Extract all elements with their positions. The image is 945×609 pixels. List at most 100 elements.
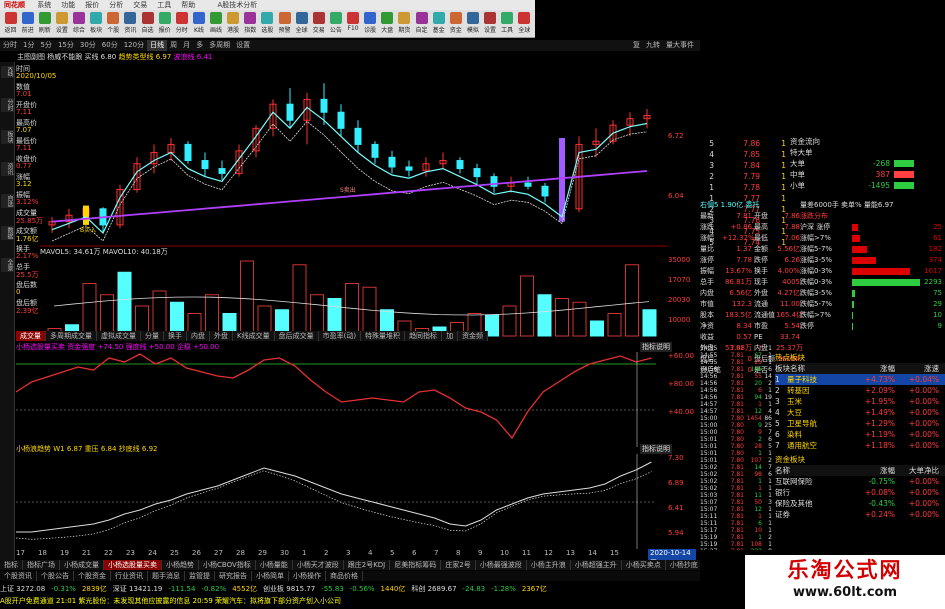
- candle[interactable]: [592, 128, 600, 158]
- bottom-tab-7[interactable]: 小杨天才波段: [293, 560, 344, 570]
- toolbar-button-30[interactable]: 全球: [516, 12, 533, 37]
- tick-list[interactable]: 14:55 7.81 7 1 14:55 7.81 67 1 14:55 7.81 25 1 14:56…: [700, 345, 775, 550]
- sector2-row[interactable]: 银行 +0.08% +0.00%: [775, 487, 945, 498]
- sector2-row[interactable]: 保险及其他 -0.43% +0.00%: [775, 498, 945, 509]
- volume-bar[interactable]: [625, 264, 639, 337]
- volume-bar[interactable]: [292, 264, 307, 337]
- orderbook-row[interactable]: 2 7.79 1: [700, 171, 790, 182]
- toolbar-button-12[interactable]: 画线: [208, 12, 225, 37]
- volume-bar[interactable]: [205, 294, 219, 337]
- sector2-header-col[interactable]: 涨幅: [851, 465, 895, 476]
- candle[interactable]: [439, 152, 447, 169]
- candle[interactable]: [507, 176, 515, 193]
- toolbar-button-8[interactable]: 自选: [139, 12, 156, 37]
- toolbar-button-2[interactable]: 刷新: [36, 12, 53, 37]
- toolbar-button-17[interactable]: 全球: [293, 12, 310, 37]
- sector-row[interactable]: 5 卫星导航 +1.29% +0.00%: [775, 418, 945, 429]
- candle[interactable]: [252, 125, 260, 158]
- menu-5[interactable]: 工具: [157, 1, 171, 9]
- bottom-info-tab-4[interactable]: 题手消息: [148, 571, 185, 581]
- toolbar-button-28[interactable]: 设置: [482, 12, 499, 37]
- sector-header-col[interactable]: 涨幅: [851, 363, 895, 374]
- candle[interactable]: [167, 137, 175, 161]
- period-2[interactable]: 5分: [37, 40, 54, 51]
- orderbook-row[interactable]: 1 7.78 1: [700, 182, 790, 193]
- volume-bar[interactable]: [117, 271, 132, 337]
- ind2-tag[interactable]: 指标说明: [640, 444, 672, 454]
- bottom-tab-0[interactable]: 指标: [0, 560, 23, 570]
- bottom-tab-1[interactable]: 指标广场: [23, 560, 60, 570]
- period-3[interactable]: 15分: [55, 40, 77, 51]
- period-1[interactable]: 1分: [20, 40, 37, 51]
- sector-row[interactable]: 7 通用航空 +1.18% +0.00%: [775, 440, 945, 451]
- bottom-tab-11[interactable]: 小杨最强波段: [476, 560, 527, 570]
- period-right-1[interactable]: 九转: [643, 41, 663, 49]
- candle[interactable]: [303, 92, 311, 145]
- candle[interactable]: [456, 157, 464, 174]
- candle[interactable]: [184, 141, 192, 164]
- period-8[interactable]: 周: [167, 40, 180, 51]
- sector-row[interactable]: 6 染料 +1.19% +0.00%: [775, 429, 945, 440]
- sector2-row[interactable]: 证券 +0.24% +0.00%: [775, 509, 945, 520]
- sector2-header-col[interactable]: 大单净比: [895, 465, 939, 476]
- menu-6[interactable]: 帮助: [181, 1, 195, 9]
- bottom-tab-6[interactable]: 小杨量能: [256, 560, 293, 570]
- toolbar-button-16[interactable]: 预警: [276, 12, 293, 37]
- period-9[interactable]: 月: [180, 40, 193, 51]
- toolbar-button-10[interactable]: 分时: [173, 12, 190, 37]
- toolbar-button-20[interactable]: F10: [345, 12, 362, 37]
- toolbar-button-25[interactable]: 基金: [430, 12, 447, 37]
- menu-4[interactable]: 交易: [133, 1, 147, 9]
- bottom-tab-14[interactable]: 小杨买卖点: [622, 560, 666, 570]
- indicator-tab-6[interactable]: 外盘: [210, 331, 233, 341]
- candle[interactable]: [235, 144, 243, 177]
- bottom-info-tab-5[interactable]: 监管提: [185, 571, 215, 581]
- candle[interactable]: [65, 208, 73, 229]
- volume-bar[interactable]: [345, 283, 359, 337]
- sector2-header-col[interactable]: 名称: [775, 465, 851, 476]
- volume-bar[interactable]: [607, 313, 622, 337]
- sector-row[interactable]: 1 量子科技 +4.73% +0.04%: [775, 374, 945, 385]
- toolbar-button-3[interactable]: 设置: [53, 12, 70, 37]
- indicator-tab-11[interactable]: 趋同指标: [405, 331, 443, 341]
- candle[interactable]: [388, 150, 396, 174]
- volume-bar[interactable]: [590, 320, 604, 337]
- toolbar-button-6[interactable]: 个股: [105, 12, 122, 37]
- sector-row[interactable]: 4 大豆 +1.49% +0.00%: [775, 407, 945, 418]
- candle[interactable]: [524, 176, 532, 190]
- bottom-tab-13[interactable]: 小杨超强主升: [571, 560, 622, 570]
- toolbar-button-4[interactable]: 综合: [71, 12, 88, 37]
- indicator-tab-4[interactable]: 换手: [164, 331, 187, 341]
- indicator-tab-3[interactable]: 分量: [141, 331, 164, 341]
- toolbar-button-29[interactable]: 工具: [499, 12, 516, 37]
- candle[interactable]: [354, 120, 362, 153]
- bottom-tab-10[interactable]: 庄家2号: [441, 560, 476, 570]
- bottom-info-tab-2[interactable]: 个股资金: [74, 571, 111, 581]
- sector-row[interactable]: 3 玉米 +1.95% +0.00%: [775, 396, 945, 407]
- toolbar-button-15[interactable]: 选股: [259, 12, 276, 37]
- toolbar-button-5[interactable]: 板块: [88, 12, 105, 37]
- sector-header-col[interactable]: 涨速: [895, 363, 939, 374]
- period-7[interactable]: 日线: [147, 40, 168, 51]
- toolbar-button-23[interactable]: 期货: [396, 12, 413, 37]
- candle[interactable]: [269, 99, 277, 137]
- bottom-info-tab-8[interactable]: 小杨操作: [289, 571, 326, 581]
- bottom-info-tab-7[interactable]: 小杨简单: [252, 571, 289, 581]
- indicator-tab-2[interactable]: 虚拟成交量: [97, 331, 141, 341]
- menu-0[interactable]: 系统: [37, 1, 51, 9]
- candlestick-chart[interactable]: B买入 S卖出: [40, 62, 700, 247]
- period-0[interactable]: 分时: [0, 40, 20, 51]
- candle[interactable]: [337, 104, 345, 137]
- bottom-tab-4[interactable]: 小杨趋势: [162, 560, 199, 570]
- candle[interactable]: [218, 160, 226, 180]
- bottom-info-tab-1[interactable]: 个股公告: [37, 571, 74, 581]
- toolbar-button-21[interactable]: 诊股: [362, 12, 379, 37]
- bottom-tab-9[interactable]: 尼美指标筹码: [390, 560, 442, 570]
- candle[interactable]: [48, 216, 56, 233]
- menu-2[interactable]: 报价: [85, 1, 99, 9]
- indicator-tab-13[interactable]: 资金频: [458, 331, 489, 341]
- volume-bar[interactable]: [572, 301, 587, 337]
- candle[interactable]: [643, 109, 651, 129]
- period-11[interactable]: 多周期: [206, 40, 233, 51]
- indicator-tab-12[interactable]: 加: [442, 331, 459, 341]
